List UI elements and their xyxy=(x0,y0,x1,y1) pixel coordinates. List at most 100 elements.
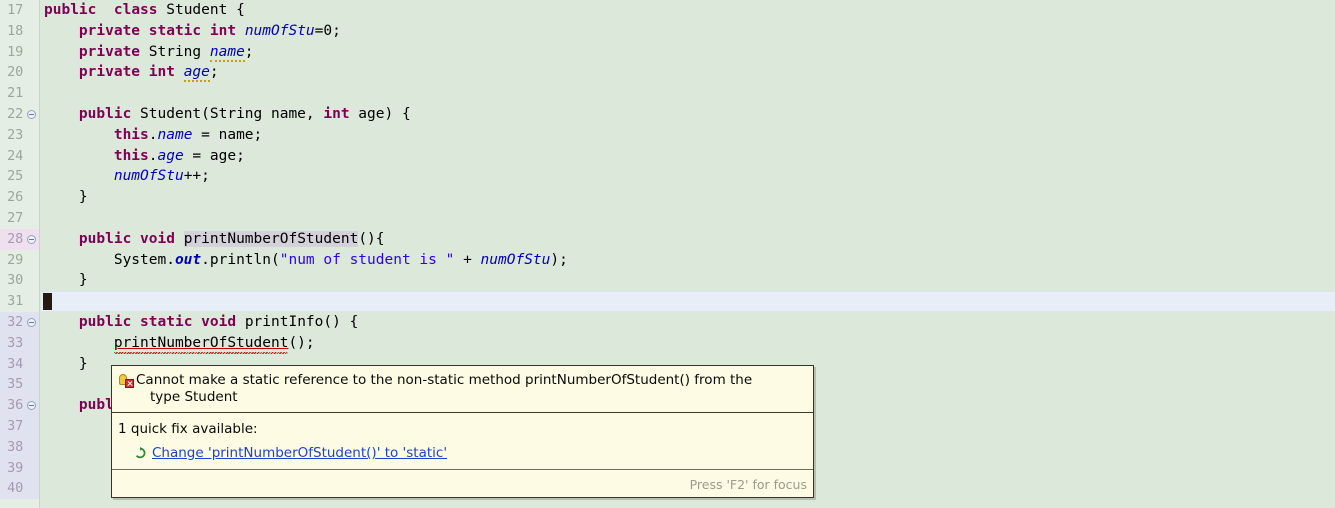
gutter-row[interactable]: 33 xyxy=(0,332,39,354)
code-line-26[interactable]: } xyxy=(41,187,1335,208)
code-line-19[interactable]: private String name; xyxy=(41,42,1335,63)
code-line-23[interactable]: this.name = name; xyxy=(41,125,1335,146)
code-line-21[interactable] xyxy=(41,83,1335,104)
tooltip-message: Cannot make a static reference to the no… xyxy=(133,372,752,405)
token-keyword-private: private xyxy=(78,64,141,81)
token-assign-age: = age; xyxy=(183,147,245,164)
token-method-call-error[interactable]: printNumberOfStudent xyxy=(114,335,289,351)
line-number: 34 xyxy=(7,355,23,372)
code-line-24[interactable]: this.age = age; xyxy=(41,146,1335,167)
gutter-row[interactable]: 35 xyxy=(0,374,39,396)
line-number: 31 xyxy=(7,293,23,310)
code-line-25[interactable]: numOfStu++; xyxy=(41,166,1335,187)
gutter-row[interactable]: 30 xyxy=(0,270,39,291)
token-keyword-publ-partial: publ xyxy=(78,397,114,414)
token-semicolon: ; xyxy=(209,64,219,81)
gutter-row[interactable]: 18 xyxy=(0,21,39,42)
fold-collapse-icon[interactable] xyxy=(27,401,36,411)
gutter-row[interactable]: 24 xyxy=(0,146,39,167)
token-call-parens: (); xyxy=(288,334,315,351)
line-number-gutter[interactable]: 17 18 19 20 21 22 23 24 25 26 27 28 29 3… xyxy=(0,0,40,508)
token-keyword-static: static xyxy=(140,313,193,330)
token-field-name: name xyxy=(157,126,193,143)
token-keyword-private: private xyxy=(78,22,141,39)
gutter-row[interactable]: 28 xyxy=(0,228,39,250)
gutter-row[interactable]: 26 xyxy=(0,187,39,208)
line-number: 38 xyxy=(7,438,23,455)
code-line-29[interactable]: System.out.println("num of student is " … xyxy=(41,250,1335,271)
token-keyword-int: int xyxy=(209,22,237,39)
token-close-brace: } xyxy=(44,272,88,289)
quick-fix-link[interactable]: Change 'printNumberOfStudent()' to 'stat… xyxy=(152,445,447,461)
gutter-row[interactable]: 40 xyxy=(0,478,39,500)
token-keyword-this: this xyxy=(113,126,149,143)
error-quickfix-icon xyxy=(119,373,134,388)
token-keyword-int: int xyxy=(323,105,350,122)
code-line-31-current[interactable] xyxy=(41,291,1335,312)
token-field-numofstu: numOfStu xyxy=(244,22,315,39)
gutter-row[interactable]: 34 xyxy=(0,353,39,375)
gutter-row[interactable]: 25 xyxy=(0,166,39,187)
line-number: 22 xyxy=(7,105,23,122)
token-field-age: age xyxy=(183,64,210,83)
gutter-row[interactable]: 19 xyxy=(0,42,39,63)
gutter-row[interactable]: 27 xyxy=(0,208,39,229)
token-keyword-public: public xyxy=(78,313,132,330)
gutter-row[interactable]: 29 xyxy=(0,250,39,271)
java-code-editor[interactable]: 17 18 19 20 21 22 23 24 25 26 27 28 29 3… xyxy=(0,0,1335,508)
quick-fix-row[interactable]: Change 'printNumberOfStudent()' to 'stat… xyxy=(118,445,805,461)
token-keyword-int: int xyxy=(148,64,175,81)
gutter-row[interactable]: 38 xyxy=(0,436,39,458)
line-number: 21 xyxy=(7,85,23,102)
token-ctor-signature: Student(String name, xyxy=(131,105,324,122)
fold-collapse-icon[interactable] xyxy=(27,109,36,119)
fold-collapse-icon[interactable] xyxy=(27,317,36,327)
code-line-28[interactable]: public void printNumberOfStudent(){ xyxy=(41,229,1335,250)
gutter-row[interactable]: 23 xyxy=(0,125,39,146)
token-system: System. xyxy=(113,251,175,268)
line-number: 19 xyxy=(7,43,23,60)
gutter-row[interactable]: 32 xyxy=(0,311,39,333)
line-number: 20 xyxy=(7,64,23,81)
code-line-17[interactable]: public class Student { xyxy=(41,0,1335,21)
line-number: 24 xyxy=(7,147,23,164)
code-line-20[interactable]: private int age; xyxy=(41,62,1335,83)
gutter-row[interactable]: 31 xyxy=(0,291,39,312)
code-line-30[interactable]: } xyxy=(41,270,1335,291)
line-number: 35 xyxy=(7,376,23,393)
line-number: 29 xyxy=(7,251,23,268)
gutter-row[interactable]: 21 xyxy=(0,83,39,104)
gutter-row[interactable]: 22 xyxy=(0,104,39,125)
code-line-32[interactable]: public static void printInfo() { xyxy=(41,312,1335,333)
code-line-18[interactable]: private static int numOfStu=0; xyxy=(41,21,1335,42)
gutter-row[interactable]: 37 xyxy=(0,415,39,437)
fold-collapse-icon[interactable] xyxy=(27,234,36,244)
code-line-22[interactable]: public Student(String name, int age) { xyxy=(41,104,1335,125)
gutter-row[interactable]: 36 xyxy=(0,395,39,416)
quickfix-arrow-icon xyxy=(135,447,146,459)
gutter-row[interactable]: 39 xyxy=(0,457,39,479)
token-increment: ++; xyxy=(183,168,210,185)
code-line-27[interactable] xyxy=(41,208,1335,229)
gutter-row[interactable]: 20 xyxy=(0,62,39,83)
code-line-33[interactable]: printNumberOfStudent(); xyxy=(41,333,1335,354)
token-method-printnumberofstudent: printNumberOfStudent xyxy=(183,230,359,247)
line-number: 17 xyxy=(7,2,23,18)
error-hover-tooltip[interactable]: Cannot make a static reference to the no… xyxy=(111,365,814,498)
tooltip-footer: Press 'F2' for focus xyxy=(112,469,813,497)
token-println: .println( xyxy=(201,251,280,268)
line-number: 32 xyxy=(7,313,23,330)
gutter-row[interactable]: 17 xyxy=(0,0,39,21)
token-field-numofstu: numOfStu xyxy=(480,251,551,268)
